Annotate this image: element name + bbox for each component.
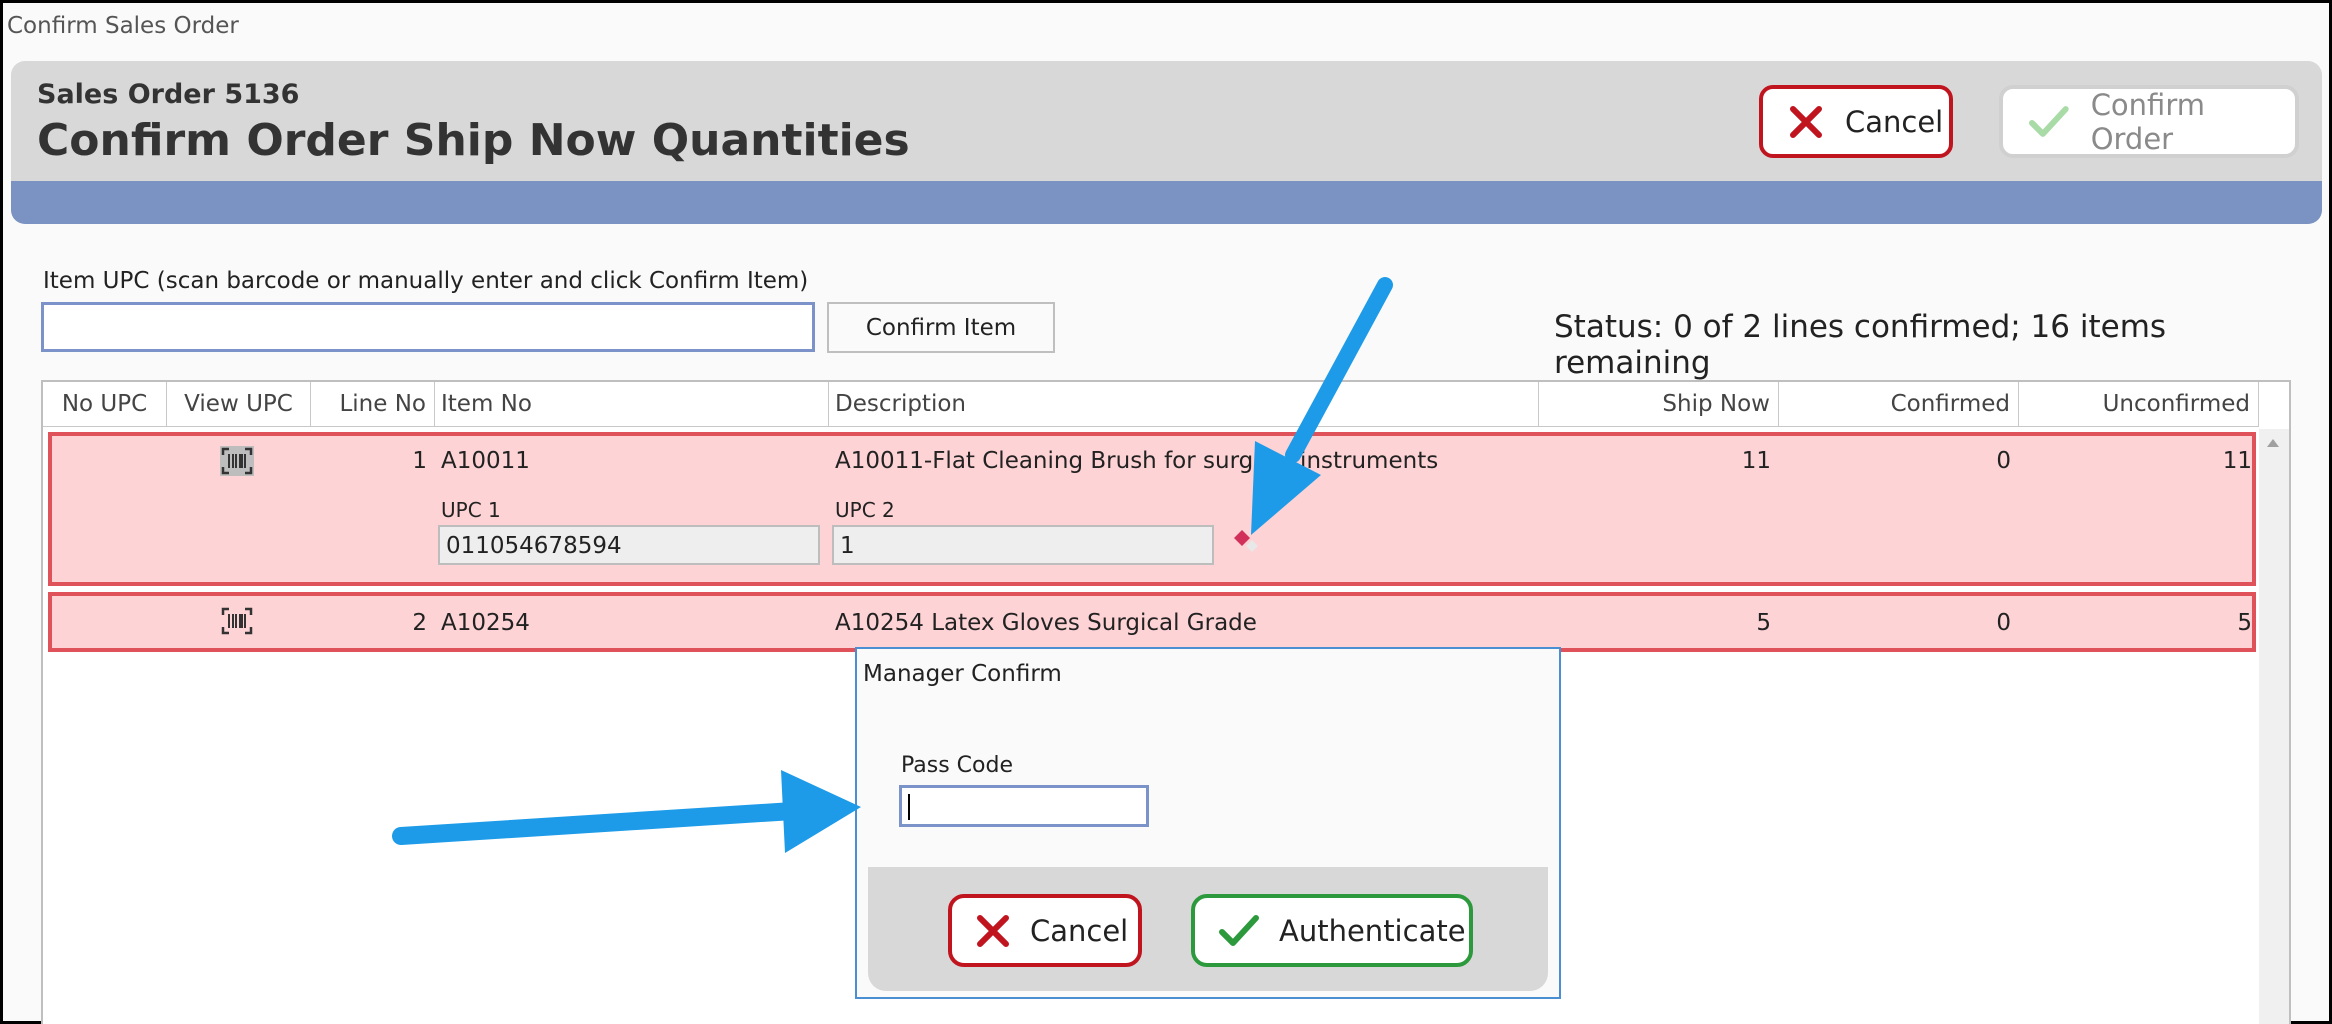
confirm-item-button[interactable]: Confirm Item <box>827 302 1055 353</box>
column-header-description[interactable]: Description <box>829 382 1539 427</box>
page-header: Sales Order 5136 Confirm Order Ship Now … <box>11 61 2322 224</box>
check-icon <box>1219 914 1259 946</box>
authenticate-button[interactable]: Authenticate <box>1191 894 1473 967</box>
dialog-footer: Cancel Authenticate <box>868 867 1548 991</box>
upc2-label: UPC 2 <box>835 498 895 522</box>
authenticate-label: Authenticate <box>1279 913 1466 948</box>
manager-confirm-dialog: Manager Confirm Pass Code Cancel Authent… <box>855 647 1561 999</box>
description: A10254 Latex Gloves Surgical Grade <box>835 610 1257 636</box>
item-no: A10254 <box>441 610 530 636</box>
cancel-label: Cancel <box>1845 104 1944 139</box>
line-no: 1 <box>412 448 427 474</box>
delete-diamond-icon[interactable] <box>1232 526 1266 560</box>
upc1-field[interactable]: 011054678594 <box>438 525 820 565</box>
vertical-scrollbar[interactable] <box>2259 429 2289 1024</box>
scroll-up-icon[interactable] <box>2267 439 2279 447</box>
text-caret <box>908 794 910 820</box>
window-title: Confirm Sales Order <box>7 13 239 39</box>
item-upc-input[interactable] <box>41 302 815 352</box>
ship-now: 5 <box>1756 610 1771 636</box>
app-window: Confirm Sales Order Sales Order 5136 Con… <box>0 0 2332 1024</box>
description: A10011-Flat Cleaning Brush for surgical … <box>835 448 1439 474</box>
confirmed-qty: 0 <box>1996 448 2011 474</box>
cancel-button[interactable]: Cancel <box>1759 85 1953 158</box>
x-icon <box>977 914 1009 947</box>
table-row[interactable]: 1 A10011 A10011-Flat Cleaning Brush for … <box>48 432 2256 586</box>
pass-code-label: Pass Code <box>901 753 1013 778</box>
column-header-line-no[interactable]: Line No <box>311 382 435 427</box>
item-no: A10011 <box>441 448 530 474</box>
upc1-label: UPC 1 <box>441 498 501 522</box>
confirm-order-label: Confirm Order <box>2090 87 2205 156</box>
dialog-title: Manager Confirm <box>863 661 1062 687</box>
page-title: Confirm Order Ship Now Quantities <box>37 115 910 166</box>
barcode-icon[interactable] <box>220 446 254 476</box>
pass-code-input[interactable] <box>899 785 1149 827</box>
item-upc-label: Item UPC (scan barcode or manually enter… <box>43 268 809 294</box>
line-no: 2 <box>412 610 427 636</box>
upc2-field[interactable]: 1 <box>832 525 1214 565</box>
unconfirmed-qty: 11 <box>2222 448 2252 474</box>
column-header-item-no[interactable]: Item No <box>435 382 829 427</box>
header-accent-band <box>11 181 2322 224</box>
column-header-unconfirmed[interactable]: Unconfirmed <box>2019 382 2259 427</box>
column-header-confirmed[interactable]: Confirmed <box>1779 382 2019 427</box>
confirm-order-button[interactable]: Confirm Order <box>1999 85 2299 158</box>
confirmed-qty: 0 <box>1996 610 2011 636</box>
dialog-cancel-button[interactable]: Cancel <box>948 894 1142 967</box>
ship-now: 11 <box>1741 448 1771 474</box>
sales-order-number: Sales Order 5136 <box>37 79 300 110</box>
column-header-view-upc[interactable]: View UPC <box>167 382 311 427</box>
unconfirmed-qty: 5 <box>2237 610 2252 636</box>
status-text: Status: 0 of 2 lines confirmed; 16 items… <box>1554 309 2167 381</box>
x-icon <box>1790 105 1822 138</box>
column-header-ship-now[interactable]: Ship Now <box>1539 382 1779 427</box>
column-header-no-upc[interactable]: No UPC <box>43 382 167 427</box>
table-row[interactable]: 2 A10254 A10254 Latex Gloves Surgical Gr… <box>48 592 2256 652</box>
barcode-icon[interactable] <box>220 606 254 636</box>
check-icon <box>2029 105 2069 137</box>
dialog-cancel-label: Cancel <box>1030 913 1129 948</box>
